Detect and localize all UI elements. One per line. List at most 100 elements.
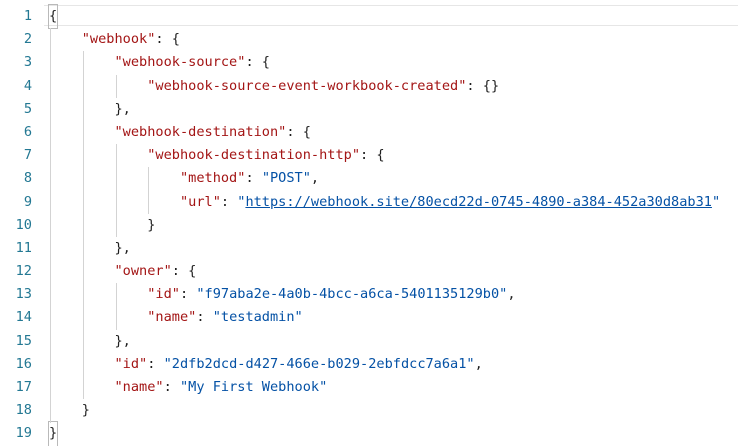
line-number: 13 — [15, 286, 32, 303]
json-key: "name" — [114, 379, 164, 395]
json-punctuation: } — [81, 402, 90, 419]
indent-guide — [148, 167, 150, 214]
code-line[interactable]: "id": "2dfb2dcd-d427-466e-b029-2ebfdcc7a… — [49, 353, 720, 376]
json-punctuation: } — [147, 216, 156, 233]
code-line[interactable]: { — [47, 3, 720, 30]
line-number: 2 — [23, 31, 32, 48]
indent-guide — [115, 144, 117, 237]
code-line[interactable]: } — [49, 399, 720, 422]
json-punctuation: : { — [286, 123, 311, 140]
indent-guide — [115, 74, 117, 98]
json-key: "name" — [147, 309, 197, 326]
code-line[interactable]: "name": "testadmin" — [49, 306, 720, 329]
json-punctuation: }, — [114, 239, 131, 256]
json-punctuation: : — [245, 170, 262, 187]
json-punctuation: : — [220, 193, 238, 210]
json-punctuation: : { — [155, 31, 180, 48]
matched-bracket: { — [47, 3, 59, 30]
code-line[interactable]: "name": "My First Webhook" — [49, 376, 720, 399]
json-string: "f97aba2e-4a0b-4bcc-a6ca-5401135129b0" — [196, 286, 508, 303]
code-line[interactable]: "url": "https://webhook.site/80ecd22d-07… — [49, 191, 720, 214]
json-string: "testadmin" — [212, 309, 303, 326]
line-number: 10 — [15, 216, 32, 233]
json-punctuation: , — [507, 286, 516, 303]
json-key: "webhook-source" — [114, 54, 246, 71]
json-punctuation: : { — [360, 147, 385, 164]
json-punctuation: : — [163, 379, 180, 395]
line-number: 19 — [15, 425, 32, 442]
line-number: 9 — [23, 193, 32, 210]
code-line[interactable]: }, — [49, 98, 720, 121]
line-number: 4 — [23, 77, 32, 94]
line-number: 18 — [15, 402, 32, 419]
code-line[interactable]: }, — [49, 330, 720, 353]
code-content[interactable]: { "webhook": { "webhook-source": { "webh… — [47, 3, 720, 446]
line-number: 12 — [15, 263, 32, 280]
line-number: 15 — [15, 332, 32, 349]
code-line[interactable]: }, — [49, 237, 720, 260]
json-string: " — [711, 193, 721, 210]
matched-bracket: } — [47, 421, 59, 446]
json-punctuation: : { — [245, 54, 270, 71]
url-link[interactable]: https://webhook.site/80ecd22d-0745-4890-… — [245, 194, 712, 210]
json-punctuation: }, — [114, 100, 131, 117]
code-line[interactable]: } — [49, 214, 720, 237]
indent-guide — [115, 283, 117, 330]
json-key: "webhook-destination-http" — [147, 147, 361, 164]
json-punctuation: : — [147, 355, 164, 372]
json-key: "id" — [147, 286, 180, 303]
line-number: 8 — [23, 170, 32, 187]
json-key: "id" — [114, 355, 148, 372]
line-number: 6 — [23, 123, 32, 140]
code-editor[interactable]: 1 2 3 4 5 6 7 8 9 10 11 12 13 14 15 16 17 18 19 { "webhook… — [0, 0, 738, 446]
code-line[interactable]: } — [47, 421, 720, 446]
line-number: 17 — [15, 379, 32, 395]
json-string: "2dfb2dcd-d427-466e-b029-2ebfdcc7a6a1" — [163, 355, 475, 372]
json-key: "owner" — [114, 263, 172, 280]
json-punctuation: : {} — [466, 77, 500, 94]
code-line[interactable]: "webhook-source-event-workbook-created":… — [49, 75, 720, 98]
code-line[interactable]: "id": "f97aba2e-4a0b-4bcc-a6ca-540113512… — [49, 283, 720, 306]
json-key: "url" — [179, 193, 221, 210]
indent-guide — [82, 51, 84, 400]
code-line[interactable]: "webhook": { — [49, 28, 720, 51]
json-punctuation: }, — [114, 332, 131, 349]
code-line[interactable]: "webhook-destination": { — [49, 121, 720, 144]
code-line[interactable]: "method": "POST", — [49, 167, 720, 190]
json-key: "webhook-destination" — [114, 123, 287, 140]
json-punctuation: : { — [171, 263, 197, 280]
json-string: "My First Webhook" — [179, 379, 328, 395]
json-key: "webhook" — [81, 31, 156, 48]
line-number: 16 — [15, 355, 32, 372]
json-punctuation: : — [196, 309, 213, 326]
line-number: 7 — [23, 147, 32, 164]
line-number: 1 — [23, 8, 32, 24]
json-string: "POST" — [261, 170, 311, 187]
indent-guide — [50, 28, 51, 423]
code-line[interactable]: "webhook-source": { — [49, 51, 720, 74]
line-number: 5 — [23, 100, 32, 117]
json-key: "method" — [179, 170, 246, 187]
code-line[interactable]: "owner": { — [49, 260, 720, 283]
code-line[interactable]: "webhook-destination-http": { — [49, 144, 720, 167]
json-punctuation: , — [310, 170, 320, 187]
json-key: "webhook-source-event-workbook-created" — [147, 77, 467, 94]
line-number: 14 — [15, 309, 32, 326]
line-number-gutter: 1 2 3 4 5 6 7 8 9 10 11 12 13 14 15 16 17 18 19 — [0, 5, 32, 446]
json-punctuation: : — [179, 286, 197, 303]
